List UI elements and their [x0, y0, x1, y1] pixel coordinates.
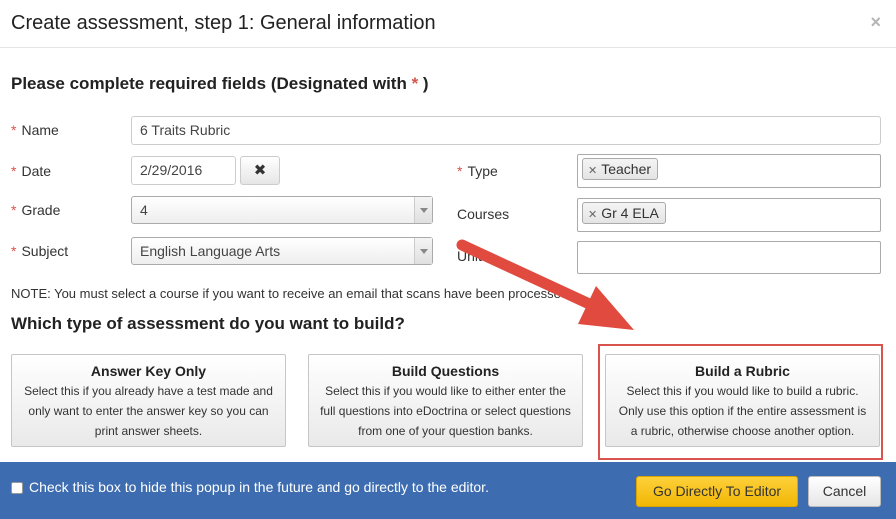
chevron-down-icon — [414, 197, 432, 223]
date-input[interactable]: 2/29/2016 — [131, 156, 236, 185]
required-mark: * — [11, 163, 17, 179]
grade-select-value: 4 — [140, 202, 148, 218]
option-title: Build Questions — [391, 363, 500, 379]
required-mark: * — [457, 163, 463, 179]
chevron-down-icon — [414, 238, 432, 264]
type-chip[interactable]: ✕ Teacher — [582, 158, 659, 180]
type-multiselect[interactable]: ✕ Teacher — [577, 154, 881, 188]
name-label-text: Name — [21, 122, 59, 138]
remove-icon[interactable]: ✕ — [588, 165, 597, 177]
required-mark: * — [11, 243, 17, 259]
option-title: Answer Key Only — [90, 363, 207, 379]
type-chip-label: Teacher — [601, 161, 652, 177]
assessment-type-question: Which type of assessment do you want to … — [11, 314, 405, 333]
date-label-text: Date — [21, 163, 52, 179]
courses-multiselect[interactable]: ✕ Gr 4 ELA — [577, 198, 881, 232]
close-icon[interactable]: × — [870, 12, 881, 33]
hide-popup-label: Check this box to hide this popup in the… — [29, 479, 489, 495]
required-mark: * — [11, 202, 17, 218]
annotation-highlight-box — [598, 344, 883, 460]
option-description: Select this if you already have a test m… — [24, 384, 273, 438]
subject-label: * Subject — [11, 243, 68, 259]
cancel-button[interactable]: Cancel — [808, 476, 881, 507]
units-label: Units — [457, 248, 489, 264]
date-label: * Date — [11, 163, 51, 179]
course-chip-label: Gr 4 ELA — [601, 205, 659, 221]
type-label: * Type — [457, 163, 498, 179]
type-label-text: Type — [467, 163, 498, 179]
grade-label-text: Grade — [21, 202, 61, 218]
name-input[interactable]: 6 Traits Rubric — [131, 116, 881, 145]
units-multiselect[interactable] — [577, 241, 881, 274]
hide-popup-checkbox[interactable] — [11, 482, 23, 494]
remove-icon[interactable]: ✕ — [588, 209, 597, 221]
required-mark: * — [11, 122, 17, 138]
subject-select[interactable]: English Language Arts — [131, 237, 433, 265]
courses-label: Courses — [457, 206, 510, 222]
heading-suffix: ) — [418, 74, 429, 93]
clear-date-button[interactable]: ✖ — [240, 156, 280, 185]
required-fields-heading: Please complete required fields (Designa… — [11, 74, 429, 94]
build-questions-option[interactable]: Build Questions Select this if you would… — [308, 354, 583, 447]
option-description: Select this if you would like to either … — [320, 384, 571, 438]
answer-key-only-option[interactable]: Answer Key Only Select this if you alrea… — [11, 354, 286, 447]
modal-header: Create assessment, step 1: General infor… — [0, 0, 896, 48]
grade-label: * Grade — [11, 202, 60, 218]
course-chip[interactable]: ✕ Gr 4 ELA — [582, 202, 666, 224]
course-note: NOTE: You must select a course if you wa… — [11, 286, 572, 301]
heading-text: Please complete required fields (Designa… — [11, 74, 412, 93]
name-label: * Name — [11, 122, 59, 138]
go-directly-to-editor-button[interactable]: Go Directly To Editor — [636, 476, 798, 507]
grade-select[interactable]: 4 — [131, 196, 433, 224]
modal-title: Create assessment, step 1: General infor… — [11, 12, 436, 34]
subject-label-text: Subject — [21, 243, 69, 259]
subject-select-value: English Language Arts — [140, 243, 281, 259]
